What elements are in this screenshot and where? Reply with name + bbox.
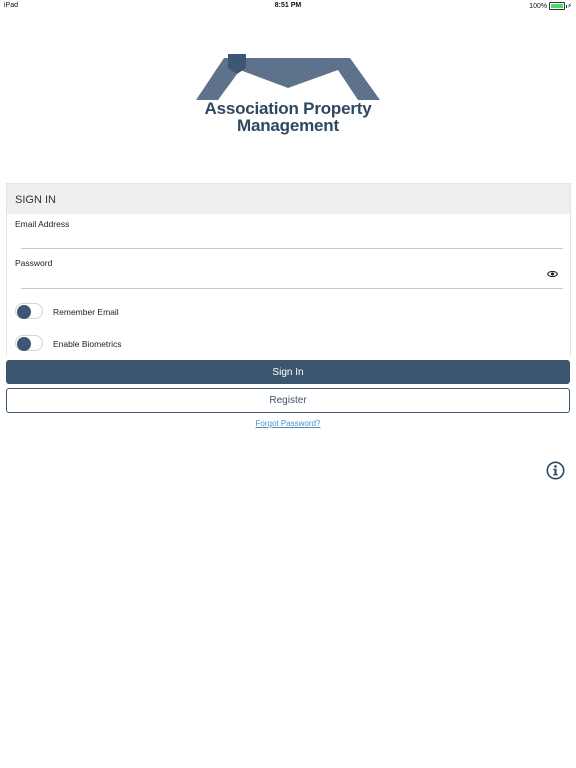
password-label: Password bbox=[15, 258, 53, 268]
clock: 8:51 PM bbox=[274, 2, 302, 9]
battery-percent: 100% bbox=[529, 2, 548, 10]
signin-button[interactable]: Sign In bbox=[6, 360, 570, 384]
forgot-password-link[interactable]: Forgot Password? bbox=[0, 419, 576, 428]
password-field[interactable] bbox=[21, 268, 541, 286]
logo-line-2: Management bbox=[237, 116, 339, 135]
enable-biometrics-label: Enable Biometrics bbox=[53, 339, 122, 349]
password-underline bbox=[21, 288, 563, 289]
signin-title: SIGN IN bbox=[15, 194, 56, 206]
email-field[interactable] bbox=[21, 230, 563, 248]
signin-header: SIGN IN bbox=[7, 184, 570, 214]
status-bar: iPad 8:51 PM 100% ⚡ bbox=[0, 0, 576, 12]
charging-icon: ⚡ bbox=[567, 3, 572, 10]
remember-email-label: Remember Email bbox=[53, 307, 119, 317]
battery-icon bbox=[549, 2, 568, 10]
email-underline bbox=[21, 248, 563, 249]
company-logo: Association Property Management bbox=[190, 52, 386, 142]
logo-text: Association Property Management bbox=[190, 100, 386, 134]
email-label: Email Address bbox=[15, 219, 70, 229]
register-button[interactable]: Register bbox=[6, 388, 570, 413]
roof-icon bbox=[196, 54, 380, 100]
enable-biometrics-toggle[interactable] bbox=[15, 335, 43, 351]
logo-line-1: Association Property bbox=[204, 99, 372, 118]
battery-status: 100% ⚡ bbox=[529, 2, 572, 10]
info-icon[interactable] bbox=[546, 461, 565, 480]
eye-icon[interactable] bbox=[547, 270, 558, 278]
signin-card: SIGN IN Email Address Password Remember … bbox=[6, 183, 571, 356]
remember-email-toggle[interactable] bbox=[15, 303, 43, 319]
